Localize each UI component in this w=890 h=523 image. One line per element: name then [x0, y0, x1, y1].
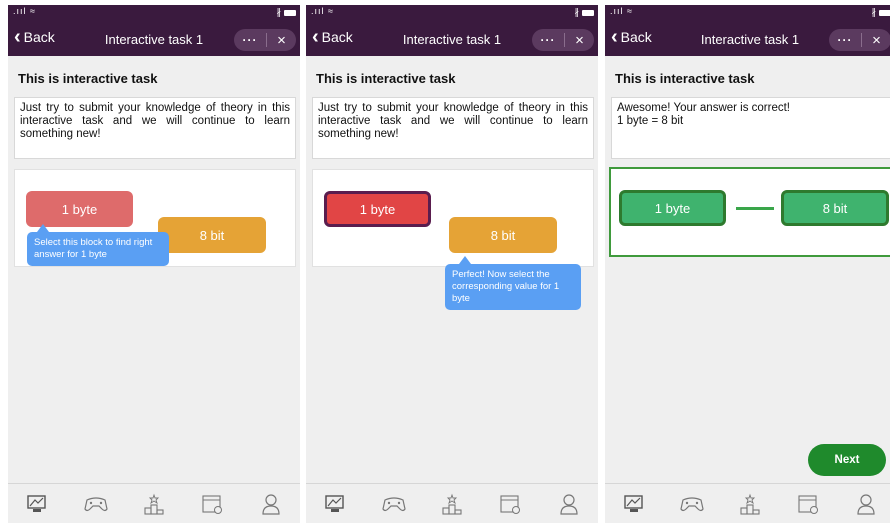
hint-tooltip: Perfect! Now select the corresponding va… — [445, 256, 581, 310]
gamepad-icon[interactable] — [83, 491, 109, 517]
task-work-area: 1 byte 8 bit Select this block to find r… — [14, 169, 296, 267]
bluetooth-icon: ∦ — [276, 7, 282, 17]
task-heading: This is interactive task — [316, 71, 456, 86]
phone-screen-2: .ııl ≈ ∦ ‹ Back Interactive task 1 ··· ×… — [306, 5, 598, 523]
bottom-tab-bar — [306, 483, 598, 523]
next-button[interactable]: Next — [808, 444, 886, 476]
gamepad-icon[interactable] — [679, 491, 705, 517]
signal-indicator: .ııl ≈ — [13, 6, 36, 16]
app-header: .ııl ≈ ∦ ‹ Back Interactive task 1 ··· × — [605, 5, 890, 56]
profile-icon[interactable] — [258, 491, 284, 517]
battery-icon — [582, 9, 594, 16]
profile-icon[interactable] — [556, 491, 582, 517]
header-actions: ··· × — [532, 29, 594, 51]
task-work-area: 1 byte 8 bit — [312, 169, 594, 267]
status-right: ∦ — [872, 7, 890, 18]
profile-icon[interactable] — [853, 491, 879, 517]
block-8-bit[interactable]: 8 bit — [158, 217, 266, 253]
status-right: ∦ — [574, 7, 594, 18]
monitor-icon[interactable] — [24, 491, 50, 517]
bottom-tab-bar — [8, 483, 300, 523]
task-description: Just try to submit your knowledge of the… — [312, 97, 594, 159]
block-8-bit[interactable]: 8 bit — [449, 217, 557, 253]
match-connector — [736, 207, 774, 210]
close-button[interactable]: × — [565, 32, 594, 49]
gamepad-icon[interactable] — [381, 491, 407, 517]
block-1-byte[interactable]: 1 byte — [26, 191, 133, 227]
battery-icon — [879, 9, 890, 16]
task-heading: This is interactive task — [615, 71, 755, 86]
bottom-tab-bar — [605, 483, 890, 523]
task-result: Awesome! Your answer is correct! 1 byte … — [611, 97, 890, 159]
calendar-icon[interactable] — [795, 491, 821, 517]
result-message: Awesome! Your answer is correct! — [617, 102, 791, 114]
signal-indicator: .ııl ≈ — [610, 6, 633, 16]
podium-icon[interactable] — [737, 491, 763, 517]
phone-screen-3: .ııl ≈ ∦ ‹ Back Interactive task 1 ··· ×… — [605, 5, 890, 523]
bluetooth-icon: ∦ — [574, 7, 580, 17]
more-button[interactable]: ··· — [234, 33, 266, 47]
result-equation: 1 byte = 8 bit — [617, 115, 684, 127]
close-button[interactable]: × — [267, 32, 296, 49]
more-button[interactable]: ··· — [532, 33, 564, 47]
battery-icon — [284, 9, 296, 16]
block-1-byte-selected[interactable]: 1 byte — [324, 191, 431, 227]
monitor-icon[interactable] — [621, 491, 647, 517]
header-actions: ··· × — [234, 29, 296, 51]
task-heading: This is interactive task — [18, 71, 158, 86]
signal-indicator: .ııl ≈ — [311, 6, 334, 16]
calendar-icon[interactable] — [199, 491, 225, 517]
task-description: Just try to submit your knowledge of the… — [14, 97, 296, 159]
podium-icon[interactable] — [439, 491, 465, 517]
calendar-icon[interactable] — [497, 491, 523, 517]
monitor-icon[interactable] — [322, 491, 348, 517]
app-header: .ııl ≈ ∦ ‹ Back Interactive task 1 ··· × — [8, 5, 300, 56]
task-work-area-correct: 1 byte 8 bit — [609, 167, 890, 257]
block-1-byte-matched: 1 byte — [619, 190, 726, 226]
hint-tooltip: Select this block to find right answer f… — [27, 224, 169, 266]
status-right: ∦ — [276, 7, 296, 18]
more-button[interactable]: ··· — [829, 33, 861, 47]
bluetooth-icon: ∦ — [871, 7, 877, 17]
podium-icon[interactable] — [141, 491, 167, 517]
phone-screen-1: .ııl ≈ ∦ ‹ Back Interactive task 1 ··· ×… — [8, 5, 300, 523]
header-actions: ··· × — [829, 29, 890, 51]
close-button[interactable]: × — [862, 32, 890, 49]
block-8-bit-matched: 8 bit — [781, 190, 889, 226]
app-header: .ııl ≈ ∦ ‹ Back Interactive task 1 ··· × — [306, 5, 598, 56]
